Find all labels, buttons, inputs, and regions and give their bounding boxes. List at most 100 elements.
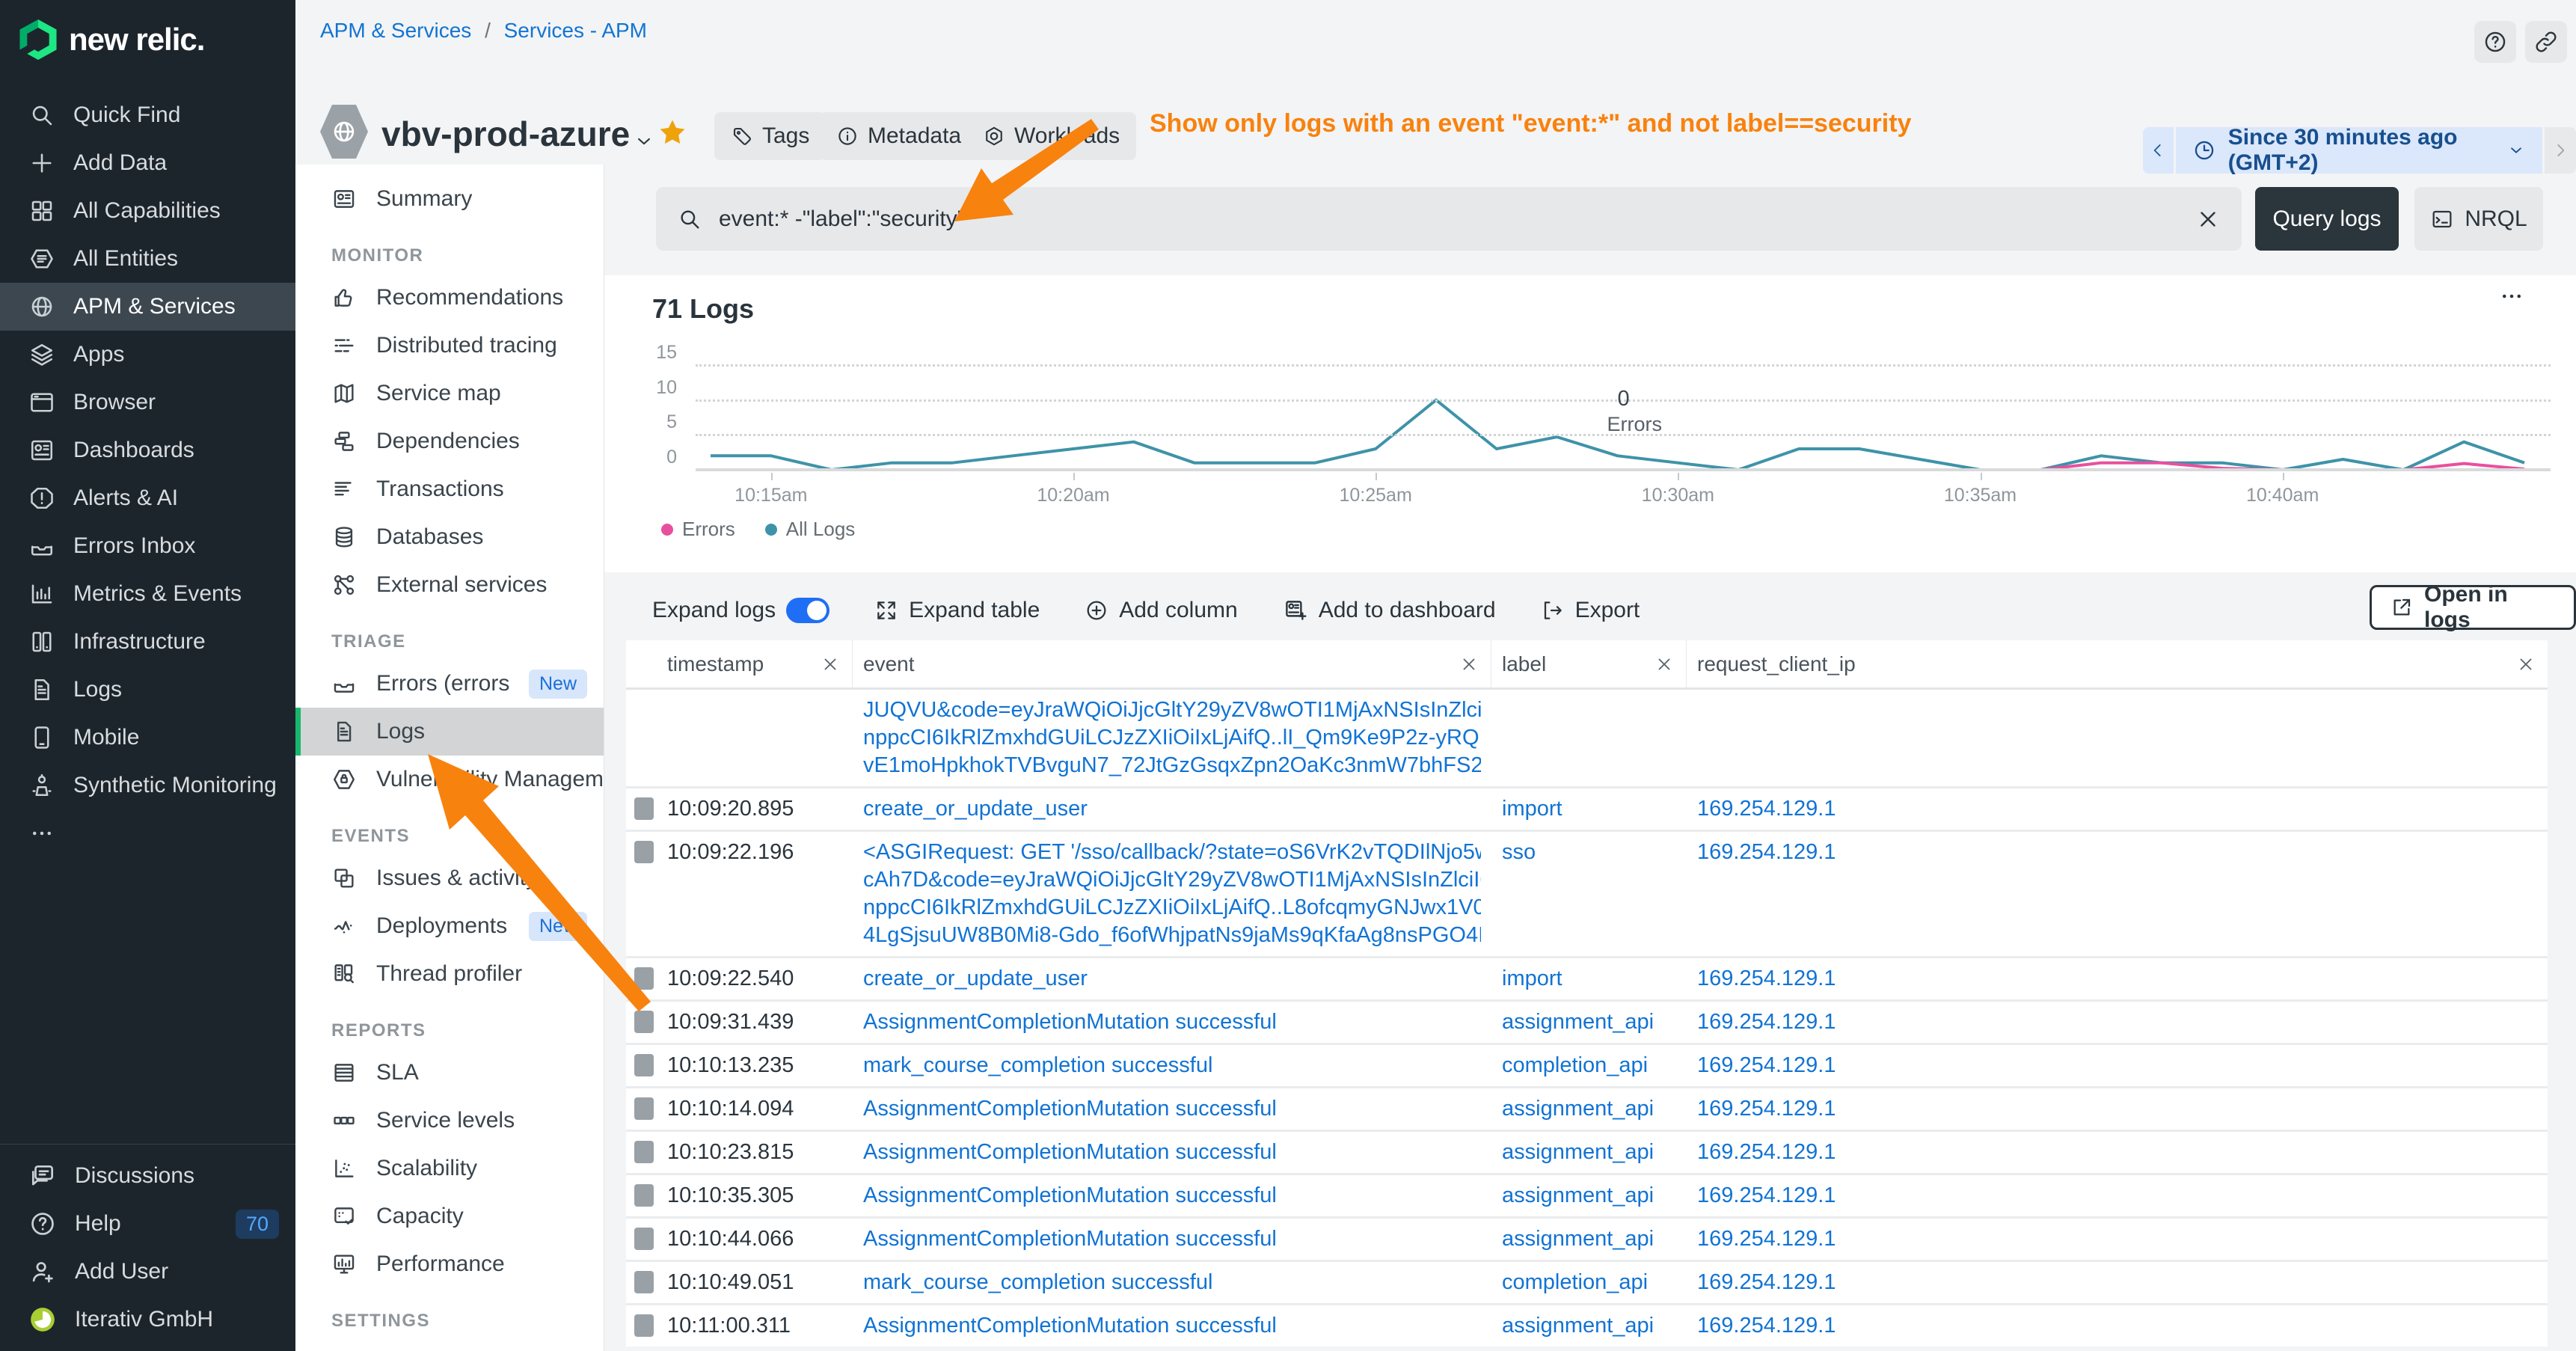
event-cell[interactable]: AssignmentCompletionMutation successful bbox=[853, 1008, 1491, 1036]
event-link-line[interactable]: nppcCI6IkRlZmxhdGUiLCJzZXIiOiIxLjAifQ..L… bbox=[863, 894, 1481, 922]
entity-nav-item-recommendations[interactable]: Recommendations bbox=[295, 274, 604, 322]
workloads-button[interactable]: Workloads bbox=[966, 112, 1136, 160]
sidebar-item-alerts-ai[interactable]: Alerts & AI bbox=[0, 474, 295, 522]
entity-nav-item-scalability[interactable]: Scalability bbox=[295, 1145, 604, 1192]
add-to-dashboard-button[interactable]: Add to dashboard bbox=[1283, 598, 1496, 623]
table-row[interactable]: 10:10:44.066AssignmentCompletionMutation… bbox=[626, 1216, 2548, 1260]
event-link-line[interactable]: 4LgSjsuUW8B0Mi8-Gdo_f6ofWhjpatNs9jaMs9qK… bbox=[863, 922, 1481, 949]
export-button[interactable]: Export bbox=[1541, 598, 1640, 623]
table-row[interactable]: 10:09:22.540create_or_update_userimport1… bbox=[626, 956, 2548, 999]
event-cell[interactable]: AssignmentCompletionMutation successful bbox=[853, 1139, 1491, 1166]
time-picker-back-button[interactable] bbox=[2143, 127, 2174, 174]
entity-nav-item-issues-activity[interactable]: Issues & activity bbox=[295, 854, 604, 902]
entity-switcher-chevron-icon[interactable] bbox=[633, 130, 655, 153]
event-cell[interactable]: AssignmentCompletionMutation successful bbox=[853, 1312, 1491, 1340]
entity-nav-item-summary[interactable]: Summary bbox=[295, 175, 604, 223]
sidebar-item-dashboards[interactable]: Dashboards bbox=[0, 426, 295, 474]
sidebar-item-logs[interactable]: Logs bbox=[0, 666, 295, 714]
time-picker-dropdown[interactable]: Since 30 minutes ago (GMT+2) bbox=[2176, 127, 2542, 174]
client-ip-link[interactable]: 169.254.129.1 bbox=[1697, 1140, 1836, 1164]
label-link[interactable]: completion_api bbox=[1502, 1270, 1648, 1294]
event-cell[interactable]: AssignmentCompletionMutation successful bbox=[853, 1095, 1491, 1123]
client-ip-link[interactable]: 169.254.129.1 bbox=[1697, 1053, 1836, 1077]
label-link[interactable]: assignment_api bbox=[1502, 1183, 1654, 1207]
label-link[interactable]: import bbox=[1502, 797, 1563, 821]
entity-nav-item-service-map[interactable]: Service map bbox=[295, 370, 604, 417]
event-link-line[interactable]: vE1moHpkhokTVBvguN7_72JtGzGsqxZpn2OaKc3n… bbox=[863, 752, 1481, 779]
event-link-line[interactable]: AssignmentCompletionMutation successful bbox=[863, 1095, 1481, 1123]
open-in-logs-button[interactable]: Open in logs bbox=[2370, 585, 2576, 630]
metadata-button[interactable]: Metadata bbox=[820, 112, 978, 160]
sidebar-item-errors-inbox[interactable]: Errors Inbox bbox=[0, 522, 295, 570]
column-header-event[interactable]: event bbox=[853, 640, 1491, 687]
event-link-line[interactable]: AssignmentCompletionMutation successful bbox=[863, 1182, 1481, 1210]
breadcrumb-apm-services[interactable]: APM & Services bbox=[320, 19, 471, 42]
sidebar-item-add-data[interactable]: Add Data bbox=[0, 139, 295, 187]
label-link[interactable]: assignment_api bbox=[1502, 1010, 1654, 1034]
entity-nav-item-thread-profiler[interactable]: Thread profiler bbox=[295, 950, 604, 998]
entity-nav-item-logs[interactable]: Logs bbox=[295, 708, 604, 756]
time-picker-forward-button[interactable] bbox=[2545, 127, 2576, 174]
entity-nav-item-dependencies[interactable]: Dependencies bbox=[295, 417, 604, 465]
client-ip-link[interactable]: 169.254.129.1 bbox=[1697, 1010, 1836, 1034]
label-link[interactable]: import bbox=[1502, 966, 1563, 990]
event-cell[interactable]: <ASGIRequest: GET '/sso/callback/?state=… bbox=[853, 839, 1491, 949]
event-link-line[interactable]: AssignmentCompletionMutation successful bbox=[863, 1312, 1481, 1340]
label-link[interactable]: completion_api bbox=[1502, 1053, 1648, 1077]
table-row[interactable]: 10:09:22.196<ASGIRequest: GET '/sso/call… bbox=[626, 830, 2548, 956]
table-row[interactable]: 10:10:23.815AssignmentCompletionMutation… bbox=[626, 1130, 2548, 1173]
sidebar-item-all-entities[interactable]: All Entities bbox=[0, 235, 295, 283]
query-logs-button[interactable]: Query logs bbox=[2255, 187, 2399, 251]
entity-nav-item-distributed-tracing[interactable]: Distributed tracing bbox=[295, 322, 604, 370]
tags-button[interactable]: Tags bbox=[714, 112, 826, 160]
event-link-line[interactable]: JUQVU&code=eyJraWQiOiJjcGltY29yZV8wOTI1M… bbox=[863, 696, 1481, 724]
label-link[interactable]: assignment_api bbox=[1502, 1140, 1654, 1164]
client-ip-link[interactable]: 169.254.129.1 bbox=[1697, 1183, 1836, 1207]
event-cell[interactable]: AssignmentCompletionMutation successful bbox=[853, 1182, 1491, 1210]
client-ip-link[interactable]: 169.254.129.1 bbox=[1697, 1097, 1836, 1121]
label-link[interactable]: assignment_api bbox=[1502, 1314, 1654, 1338]
event-link-line[interactable]: AssignmentCompletionMutation successful bbox=[863, 1008, 1481, 1036]
event-link-line[interactable]: mark_course_completion successful bbox=[863, 1269, 1481, 1296]
sidebar-item-apm-services[interactable]: APM & Services bbox=[0, 283, 295, 331]
sidebar-item-metrics-events[interactable]: Metrics & Events bbox=[0, 570, 295, 618]
event-link-line[interactable]: cAh7D&code=eyJraWQiOiJjcGltY29yZV8wOTI1M… bbox=[863, 866, 1481, 894]
table-row[interactable]: 10:10:13.235mark_course_completion succe… bbox=[626, 1043, 2548, 1086]
entity-nav-item-transactions[interactable]: Transactions bbox=[295, 465, 604, 513]
client-ip-link[interactable]: 169.254.129.1 bbox=[1697, 966, 1836, 990]
entity-nav-item-service-levels[interactable]: Service levels bbox=[295, 1097, 604, 1145]
sidebar-item-add-user[interactable]: Add User bbox=[0, 1248, 295, 1296]
column-header-request-client-ip[interactable]: request_client_ip bbox=[1687, 640, 2548, 687]
client-ip-link[interactable]: 169.254.129.1 bbox=[1697, 1270, 1836, 1294]
event-link-line[interactable]: AssignmentCompletionMutation successful bbox=[863, 1225, 1481, 1253]
new-relic-logo[interactable]: new relic. bbox=[0, 0, 295, 60]
table-row[interactable]: 10:11:00.311AssignmentCompletionMutation… bbox=[626, 1303, 2548, 1347]
label-link[interactable]: sso bbox=[1502, 840, 1536, 864]
column-header-label[interactable]: label bbox=[1491, 640, 1687, 687]
label-link[interactable]: assignment_api bbox=[1502, 1097, 1654, 1121]
entity-nav-item-sla[interactable]: SLA bbox=[295, 1049, 604, 1097]
sidebar-item-discussions[interactable]: Discussions bbox=[0, 1152, 295, 1200]
event-cell[interactable]: mark_course_completion successful bbox=[853, 1052, 1491, 1079]
client-ip-link[interactable]: 169.254.129.1 bbox=[1697, 797, 1836, 821]
table-row[interactable]: 10:10:35.305AssignmentCompletionMutation… bbox=[626, 1173, 2548, 1216]
clear-search-icon[interactable] bbox=[2195, 206, 2221, 232]
legend-item-all-logs[interactable]: All Logs bbox=[765, 518, 856, 541]
remove-column-icon[interactable] bbox=[1655, 655, 1674, 674]
expand-table-button[interactable]: Expand table bbox=[874, 598, 1040, 623]
expand-logs-toggle[interactable]: Expand logs bbox=[652, 598, 829, 623]
add-column-button[interactable]: Add column bbox=[1085, 598, 1237, 623]
client-ip-link[interactable]: 169.254.129.1 bbox=[1697, 840, 1836, 864]
permalink-button[interactable] bbox=[2525, 21, 2567, 63]
event-link-line[interactable]: create_or_update_user bbox=[863, 965, 1481, 993]
favorite-star-icon[interactable] bbox=[657, 117, 688, 148]
breadcrumb-services-apm[interactable]: Services - APM bbox=[504, 19, 647, 42]
table-row[interactable]: 10:09:31.439AssignmentCompletionMutation… bbox=[626, 999, 2548, 1043]
event-link-line[interactable]: mark_course_completion successful bbox=[863, 1052, 1481, 1079]
remove-column-icon[interactable] bbox=[2516, 655, 2536, 674]
client-ip-link[interactable]: 169.254.129.1 bbox=[1697, 1314, 1836, 1338]
chart-menu-icon[interactable] bbox=[2498, 283, 2525, 310]
sidebar-item-more[interactable] bbox=[0, 809, 295, 857]
sidebar-item-browser[interactable]: Browser bbox=[0, 379, 295, 426]
sidebar-item-apps[interactable]: Apps bbox=[0, 331, 295, 379]
